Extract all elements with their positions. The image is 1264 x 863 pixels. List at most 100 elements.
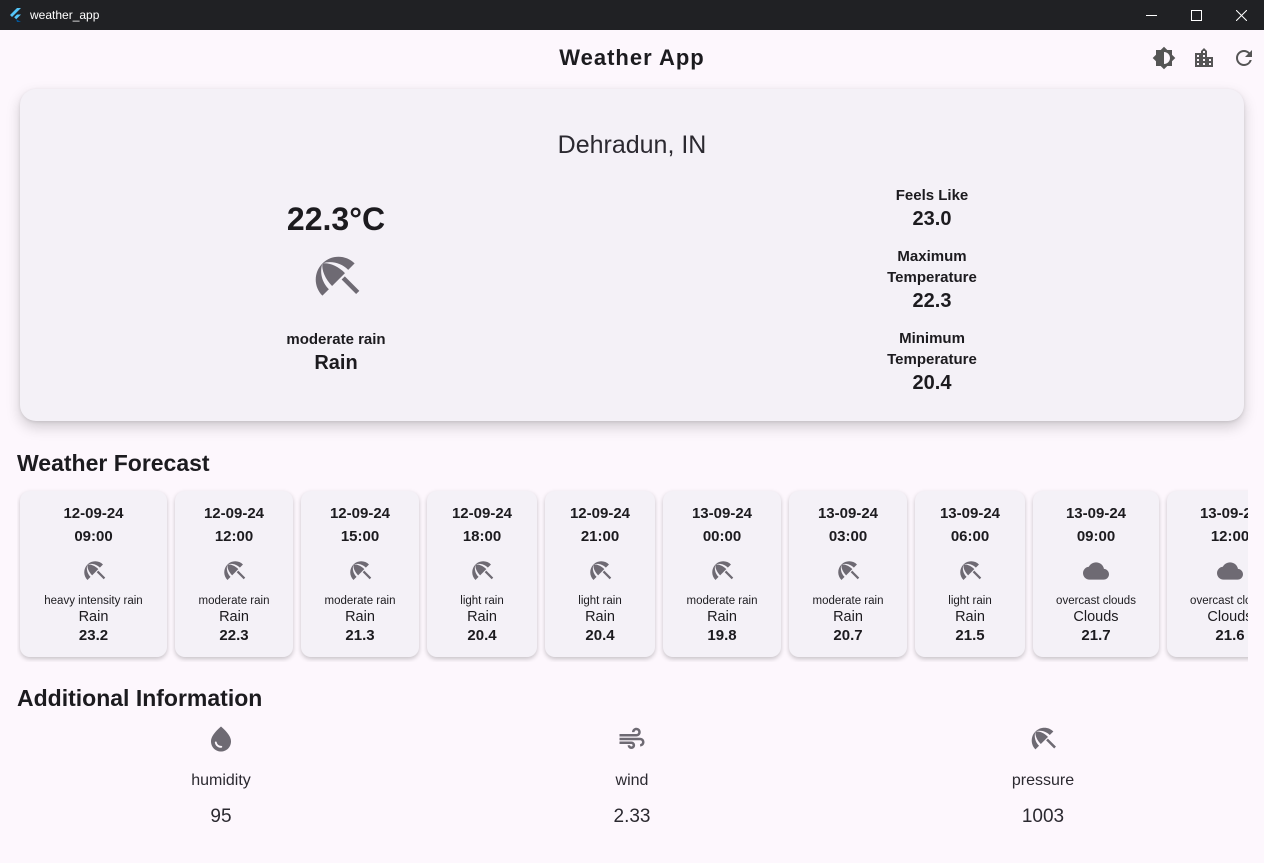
forecast-time: 15:00 — [340, 528, 380, 545]
forecast-time: 12:00 — [1210, 528, 1248, 545]
close-button[interactable] — [1219, 0, 1264, 30]
forecast-main: Rain — [707, 609, 737, 625]
umbrella-icon — [315, 256, 360, 296]
city-button[interactable] — [1192, 46, 1216, 70]
forecast-time: 12:00 — [214, 528, 254, 545]
forecast-time: 03:00 — [828, 528, 868, 545]
forecast-temperature: 22.3 — [219, 627, 249, 644]
forecast-main: Clouds — [1073, 609, 1119, 625]
forecast-card: 12-09-24 21:00 light rain Rain 20.4 — [545, 491, 655, 657]
app-bar: Weather App — [0, 30, 1264, 88]
theme-toggle-button[interactable] — [1152, 46, 1176, 70]
forecast-date: 12-09-24 — [63, 505, 124, 522]
forecast-card: 13-09-24 03:00 moderate rain Rain 20.7 — [789, 491, 907, 657]
pressure-value: 1003 — [1021, 806, 1065, 827]
temperature-stats: Feels Like 23.0 Maximum Temperature 22.3… — [862, 185, 1002, 410]
umbrella-icon — [350, 561, 372, 580]
forecast-temperature: 20.4 — [585, 627, 615, 644]
forecast-date: 12-09-24 — [329, 505, 391, 522]
umbrella-icon — [472, 561, 494, 580]
forecast-time: 21:00 — [580, 528, 620, 545]
forecast-card: 13-09-24 06:00 light rain Rain 21.5 — [915, 491, 1025, 657]
forecast-temperature: 19.8 — [707, 627, 737, 644]
forecast-main: Rain — [345, 609, 375, 625]
maximize-icon — [1191, 9, 1202, 21]
forecast-card: 13-09-24 09:00 overcast clouds Clouds 21.7 — [1033, 491, 1159, 657]
min-temp-label-line1: Minimum — [899, 330, 965, 347]
forecast-card: 12-09-24 15:00 moderate rain Rain 21.3 — [301, 491, 419, 657]
forecast-date: 12-09-24 — [569, 505, 631, 522]
forecast-description: light rain — [948, 595, 992, 607]
forecast-date: 13-09-24 — [1065, 505, 1127, 522]
umbrella-icon — [1031, 727, 1056, 750]
umbrella-icon — [224, 561, 246, 580]
forecast-temperature: 20.4 — [467, 627, 497, 644]
forecast-time: 06:00 — [950, 528, 990, 545]
forecast-main: Clouds — [1207, 609, 1248, 625]
forecast-main: Rain — [78, 609, 109, 625]
forecast-time: 00:00 — [702, 528, 742, 545]
forecast-list: 12-09-24 09:00 heavy intensity rain Rain 23.… — [17, 488, 1248, 657]
city-icon — [1195, 48, 1213, 67]
forecast-card: 12-09-24 09:00 heavy intensity rain Rain 23.… — [20, 491, 167, 657]
cloud-icon — [1217, 562, 1243, 580]
theme-toggle-icon — [1152, 46, 1176, 70]
forecast-temperature: 21.7 — [1081, 627, 1111, 644]
feels-like-value: 23.0 — [912, 208, 952, 230]
forecast-description: moderate rain — [198, 595, 270, 607]
minimize-icon — [1146, 14, 1157, 16]
max-temp-label: Maximum Temperature — [862, 246, 1002, 288]
forecast-card: 12-09-24 18:00 light rain Rain 20.4 — [427, 491, 537, 657]
min-temp-label: Minimum Temperature — [862, 328, 1002, 370]
cloud-icon — [1083, 562, 1109, 580]
window-titlebar: weather_app — [0, 0, 1264, 30]
forecast-description: moderate rain — [324, 595, 396, 607]
forecast-main: Rain — [833, 609, 863, 625]
refresh-icon — [1236, 50, 1252, 66]
forecast-scroll[interactable]: 12-09-24 09:00 heavy intensity rain Rain 23.… — [17, 488, 1248, 662]
city-name: Dehradun, IN — [557, 131, 707, 159]
humidity-label: humidity — [191, 772, 251, 789]
forecast-description: moderate rain — [686, 595, 758, 607]
wind-label: wind — [615, 772, 649, 789]
wind-value: 2.33 — [613, 806, 651, 827]
forecast-description: moderate rain — [812, 595, 884, 607]
maximize-button[interactable] — [1174, 0, 1219, 30]
current-weather-card: Dehradun, IN 22.3°C moderate rain Rain F… — [20, 89, 1244, 421]
water-drop-icon — [211, 726, 231, 752]
forecast-title: Weather Forecast — [17, 450, 210, 476]
forecast-description: overcast clouds — [1056, 595, 1136, 607]
umbrella-icon — [838, 561, 860, 580]
min-temp-label-line2: Temperature — [887, 351, 977, 368]
forecast-temperature: 21.3 — [345, 627, 375, 644]
forecast-date: 13-09-24 — [1199, 505, 1248, 522]
forecast-main: Rain — [219, 609, 249, 625]
wind-icon — [619, 727, 645, 749]
forecast-description: light rain — [460, 595, 504, 607]
forecast-description: light rain — [578, 595, 622, 607]
forecast-date: 13-09-24 — [939, 505, 1001, 522]
umbrella-icon — [83, 561, 105, 580]
umbrella-icon — [960, 561, 982, 580]
forecast-temperature: 20.7 — [833, 627, 863, 644]
refresh-button[interactable] — [1232, 46, 1256, 70]
max-temp-value: 22.3 — [912, 290, 952, 312]
close-icon — [1236, 9, 1247, 21]
forecast-description: heavy intensity rain — [44, 595, 143, 607]
forecast-date: 13-09-24 — [691, 505, 753, 522]
minimize-button[interactable] — [1129, 0, 1174, 30]
forecast-card: 13-09-24 00:00 moderate rain Rain 19.8 — [663, 491, 781, 657]
umbrella-icon — [712, 561, 734, 580]
forecast-description: overcast clouds — [1190, 595, 1248, 607]
pressure-info: pressure 1003 — [963, 724, 1123, 828]
forecast-date: 13-09-24 — [817, 505, 879, 522]
forecast-card: 12-09-24 12:00 moderate rain Rain 22.3 — [175, 491, 293, 657]
current-temperature: 22.3°C — [286, 201, 386, 237]
additional-info-title: Additional Information — [17, 685, 263, 711]
max-temp-label-line1: Maximum — [897, 248, 967, 265]
forecast-main: Rain — [467, 609, 497, 625]
current-description: moderate rain — [286, 331, 386, 348]
wind-info: wind 2.33 — [552, 724, 712, 828]
umbrella-icon — [590, 561, 612, 580]
feels-like-label: Feels Like — [895, 187, 969, 204]
